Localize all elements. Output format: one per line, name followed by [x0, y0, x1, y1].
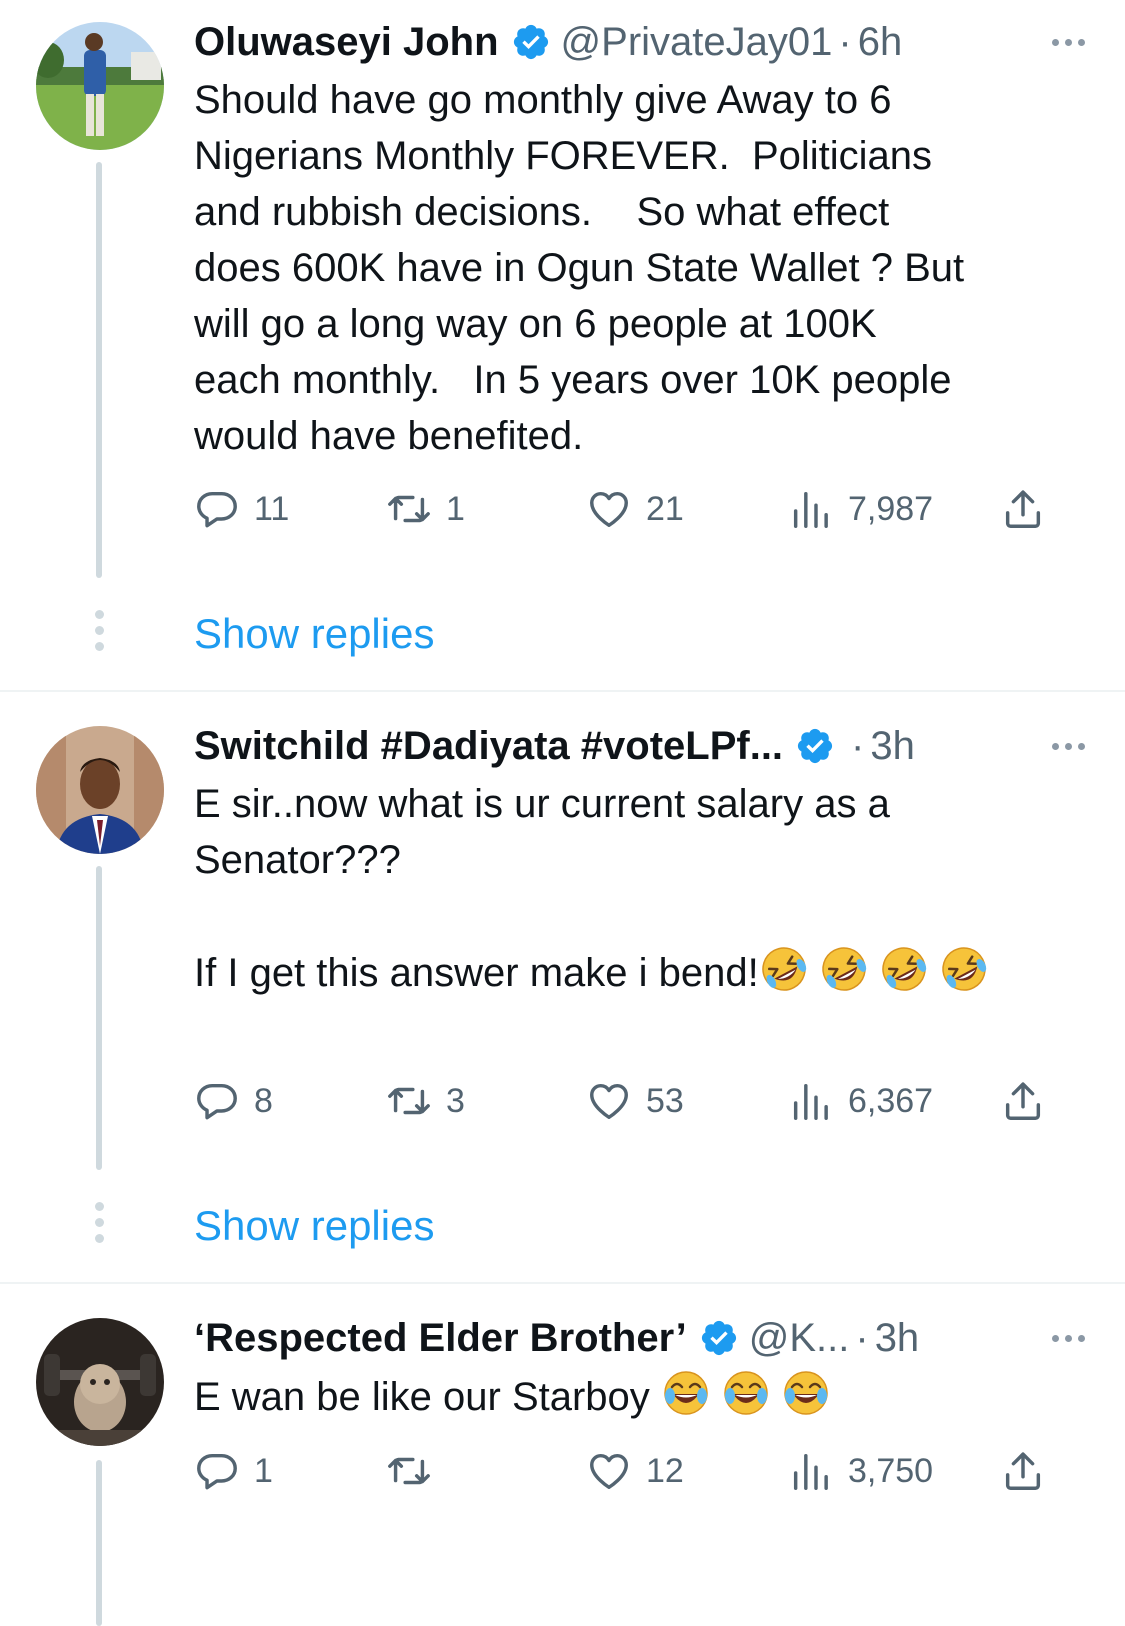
reply-count: 8: [254, 1081, 273, 1120]
view-count: 3,750: [848, 1451, 934, 1490]
more-options-icon[interactable]: [1052, 716, 1085, 776]
tweet-text: Should have go monthly give Away to 6 Ni…: [194, 78, 965, 458]
views-button[interactable]: 7,987: [788, 484, 933, 534]
handle[interactable]: @K...: [749, 1308, 850, 1368]
rolling-on-floor-laughing-icon: [939, 944, 989, 994]
face-with-tears-of-joy-icon: [781, 1368, 831, 1418]
views-icon: [788, 1078, 834, 1124]
retweet-count: 3: [446, 1081, 465, 1120]
heart-icon: [586, 1078, 632, 1124]
reply-icon: [194, 1448, 240, 1494]
timestamp[interactable]: 6h: [858, 12, 903, 72]
more-options-icon[interactable]: [1052, 1308, 1085, 1368]
tweet-header: Switchild #Dadiyata #voteLPf... · 3h: [194, 716, 1085, 776]
like-count: 53: [646, 1081, 684, 1120]
reply-count: 11: [254, 489, 290, 528]
thread-line: [96, 1460, 102, 1626]
views-icon: [788, 486, 834, 532]
heart-icon: [586, 486, 632, 532]
like-count: 12: [646, 1451, 684, 1490]
tweet-text: E wan be like our Starboy: [194, 1368, 1085, 1425]
verified-badge-icon: [511, 22, 551, 62]
show-replies-link[interactable]: Show replies: [194, 1186, 434, 1266]
tweet[interactable]: ‘Respected Elder Brother’ @K... · 3h E w…: [0, 1284, 1125, 1626]
reply-count: 1: [254, 1451, 273, 1490]
tweet-text-content: E wan be like our Starboy: [194, 1375, 661, 1419]
retweet-icon: [386, 1448, 432, 1494]
more-options-icon[interactable]: [1052, 12, 1085, 72]
tweet-actions: 8 3 53 6,367: [194, 1076, 1074, 1126]
share-button[interactable]: [1000, 1076, 1046, 1126]
retweet-count: 1: [446, 489, 465, 528]
verified-badge-icon: [795, 726, 835, 766]
tweet-actions: 1 12 3,750: [194, 1446, 1074, 1496]
tweet-header: ‘Respected Elder Brother’ @K... · 3h: [194, 1308, 1085, 1368]
display-name[interactable]: ‘Respected Elder Brother’: [194, 1308, 687, 1368]
thread-dots: [93, 1202, 105, 1243]
face-with-tears-of-joy-icon: [661, 1368, 711, 1418]
view-count: 7,987: [848, 489, 934, 528]
handle[interactable]: @PrivateJay01: [561, 12, 833, 72]
retweet-icon: [386, 486, 432, 532]
timestamp[interactable]: 3h: [870, 716, 915, 776]
like-count: 21: [646, 489, 684, 528]
view-count: 6,367: [848, 1081, 934, 1120]
views-icon: [788, 1448, 834, 1494]
tweet-actions: 11 1 21 7,987: [194, 484, 1074, 534]
retweet-icon: [386, 1078, 432, 1124]
reply-icon: [194, 1078, 240, 1124]
thread-line: [96, 866, 102, 1170]
avatar[interactable]: [36, 22, 164, 150]
reply-icon: [194, 486, 240, 532]
thread-line: [96, 162, 102, 578]
rolling-on-floor-laughing-icon: [759, 944, 809, 994]
avatar[interactable]: [36, 726, 164, 854]
timestamp[interactable]: 3h: [875, 1308, 920, 1368]
reply-button[interactable]: 8: [194, 1076, 273, 1126]
share-icon: [1000, 1448, 1046, 1494]
separator-dot: ·: [855, 1316, 869, 1360]
views-button[interactable]: 6,367: [788, 1076, 933, 1126]
share-icon: [1000, 1078, 1046, 1124]
retweet-button[interactable]: [386, 1446, 432, 1496]
separator-dot: ·: [851, 724, 865, 768]
display-name[interactable]: Switchild #Dadiyata #voteLPf...: [194, 716, 783, 776]
tweet[interactable]: Switchild #Dadiyata #voteLPf... · 3h E s…: [0, 692, 1125, 1282]
heart-icon: [586, 1448, 632, 1494]
like-button[interactable]: 21: [586, 484, 684, 534]
display-name[interactable]: Oluwaseyi John: [194, 12, 499, 72]
share-button[interactable]: [1000, 484, 1046, 534]
separator-dot: ·: [838, 20, 852, 64]
retweet-button[interactable]: 1: [386, 484, 465, 534]
like-button[interactable]: 12: [586, 1446, 684, 1496]
tweet[interactable]: Oluwaseyi John @PrivateJay01 · 6h Should…: [0, 0, 1125, 690]
reply-button[interactable]: 1: [194, 1446, 273, 1496]
retweet-button[interactable]: 3: [386, 1076, 465, 1126]
verified-badge-icon: [699, 1318, 739, 1358]
views-button[interactable]: 3,750: [788, 1446, 933, 1496]
like-button[interactable]: 53: [586, 1076, 684, 1126]
reply-button[interactable]: 11: [194, 484, 289, 534]
share-button[interactable]: [1000, 1446, 1046, 1496]
avatar[interactable]: [36, 1318, 164, 1446]
rolling-on-floor-laughing-icon: [819, 944, 869, 994]
rolling-on-floor-laughing-icon: [879, 944, 929, 994]
share-icon: [1000, 486, 1046, 532]
show-replies-link[interactable]: Show replies: [194, 594, 434, 674]
face-with-tears-of-joy-icon: [721, 1368, 771, 1418]
tweet-header: Oluwaseyi John @PrivateJay01 · 6h: [194, 12, 1085, 72]
thread-dots: [93, 610, 105, 651]
tweet-text: E sir..now what is ur current salary as …: [194, 776, 1085, 1001]
